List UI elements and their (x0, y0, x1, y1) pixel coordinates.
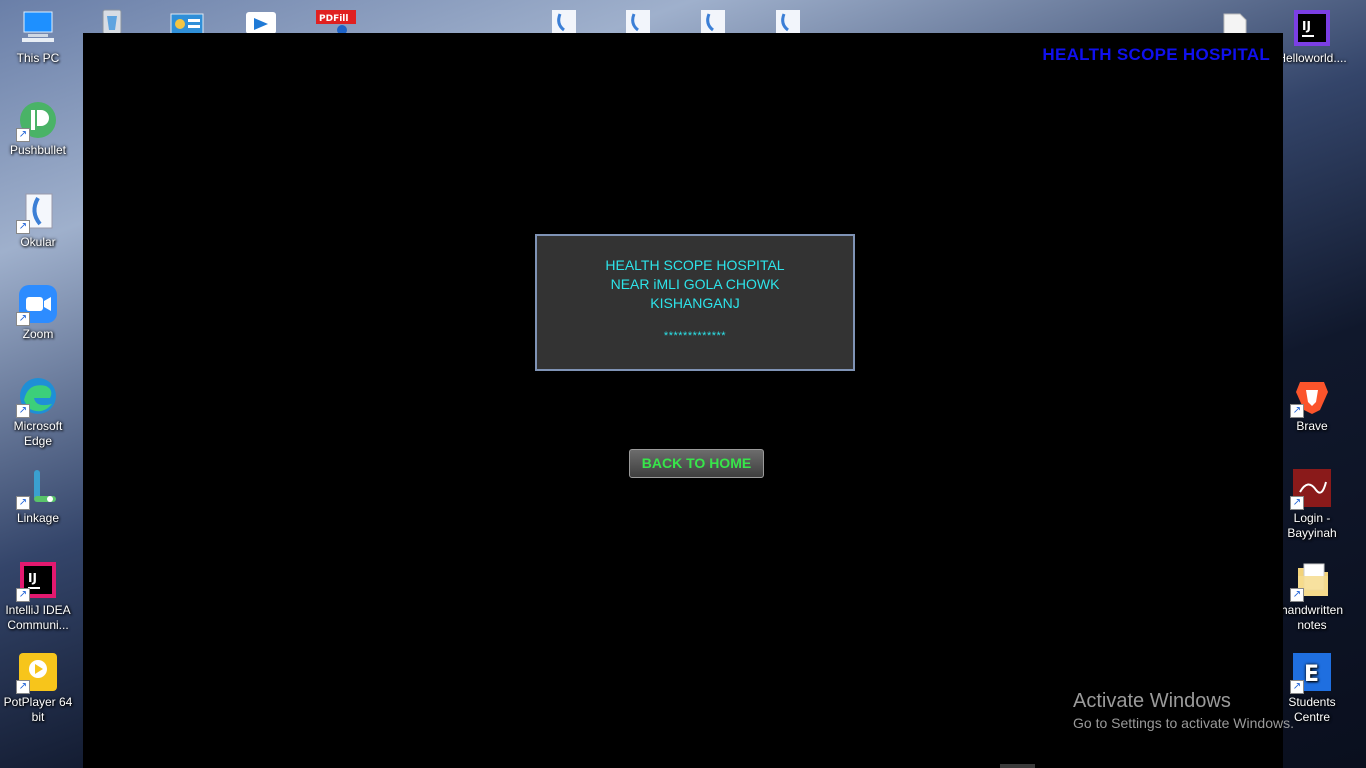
desktop-icon-label: Linkage (16, 511, 60, 525)
desktop-icon-label: PotPlayer 64 bit (3, 695, 73, 724)
desktop-icon-pushbullet[interactable]: ↗ Pushbullet (0, 100, 76, 158)
desktop-icon-label: handwritten notes (1280, 603, 1344, 632)
watermark-title: Activate Windows (1073, 690, 1231, 712)
desktop-icon-label: Pushbullet (9, 143, 67, 157)
linkage-icon: ↗ (16, 468, 58, 510)
desktop-icon-label: IntelliJ IDEA Communi... (5, 603, 71, 632)
desktop-icon-edge[interactable]: ↗ Microsoft Edge (0, 376, 76, 449)
zoom-icon: ↗ (16, 284, 58, 326)
pdffill-icon[interactable]: PDFill (316, 6, 356, 35)
desktop-icon-handwritten-notes[interactable]: ↗ handwritten notes (1274, 560, 1350, 633)
hospital-app-window: HEALTH SCOPE HOSPITAL HEALTH SCOPE HOSPI… (83, 33, 1283, 768)
edge-icon: ↗ (16, 376, 58, 418)
watermark-subtitle: Go to Settings to activate Windows. (1073, 715, 1294, 731)
svg-text:PDFill: PDFill (319, 14, 348, 24)
okular-doc-icon-1[interactable] (546, 6, 580, 34)
desktop-icon-brave[interactable]: ↗ Brave (1274, 376, 1350, 434)
pushbullet-icon: ↗ (16, 100, 58, 142)
activate-windows-watermark: Activate Windows Go to Settings to activ… (1073, 689, 1294, 733)
desktop-icon-intellij[interactable]: IJ ↗ IntelliJ IDEA Communi... (0, 560, 76, 633)
hospital-info-box: HEALTH SCOPE HOSPITAL NEAR iMLI GOLA CHO… (535, 234, 855, 371)
desktop-icon-label: Brave (1296, 419, 1328, 433)
folder-icon: ↗ (1290, 560, 1332, 602)
potplayer-icon: ↗ (16, 652, 58, 694)
desktop-icon-label: Microsoft Edge (13, 419, 63, 448)
desktop-icon-label: Login - Bayyinah (1287, 511, 1337, 540)
desktop-icon-potplayer[interactable]: ↗ PotPlayer 64 bit (0, 652, 76, 725)
intellij-icon: IJ ↗ (16, 560, 58, 602)
desktop-icon-this-pc[interactable]: This PC (0, 8, 76, 66)
info-line-address: NEAR iMLI GOLA CHOWK (610, 276, 780, 292)
okular-doc-icon-3[interactable] (695, 6, 729, 34)
control-panel-icon[interactable] (170, 6, 204, 35)
intellij-icon: IJ (1292, 8, 1332, 48)
desktop-icon-label: Zoom (22, 327, 54, 341)
recycle-bin-icon[interactable] (95, 6, 129, 35)
desktop-icon-label: Okular (20, 235, 56, 249)
taskbar-edge (1000, 764, 1035, 768)
okular-doc-icon-4[interactable] (770, 6, 804, 34)
info-line-city: KISHANGANJ (650, 295, 740, 311)
info-line-name: HEALTH SCOPE HOSPITAL (605, 257, 785, 273)
desktop-icon-helloworld[interactable]: IJ Helloworld.... (1274, 8, 1350, 66)
desktop-icon-linkage[interactable]: ↗ Linkage (0, 468, 76, 526)
info-line-stars: ************* (663, 330, 727, 342)
desktop-icon-zoom[interactable]: ↗ Zoom (0, 284, 76, 342)
svg-text:IJ: IJ (28, 571, 37, 585)
desktop-icon-okular[interactable]: ↗ Okular (0, 192, 76, 250)
monitor-icon (18, 8, 58, 48)
desktop-icon-bayyinah[interactable]: ↗ Login - Bayyinah (1274, 468, 1350, 541)
app-shortcut-icon[interactable] (244, 6, 278, 34)
students-centre-icon: E ↗ (1290, 652, 1332, 694)
blank-file-icon[interactable] (1220, 6, 1254, 35)
back-to-home-button[interactable]: BACK TO HOME (629, 449, 764, 478)
brand-title: HEALTH SCOPE HOSPITAL (1042, 45, 1270, 64)
bayyinah-icon: ↗ (1290, 468, 1332, 510)
svg-text:E: E (1304, 662, 1319, 687)
okular-doc-icon-2[interactable] (620, 6, 654, 34)
svg-text:IJ: IJ (1302, 19, 1311, 33)
desktop-icon-label: Helloworld.... (1277, 51, 1347, 65)
okular-icon: ↗ (16, 192, 58, 234)
desktop-icon-label: This PC (16, 51, 60, 65)
brave-icon: ↗ (1290, 376, 1332, 418)
